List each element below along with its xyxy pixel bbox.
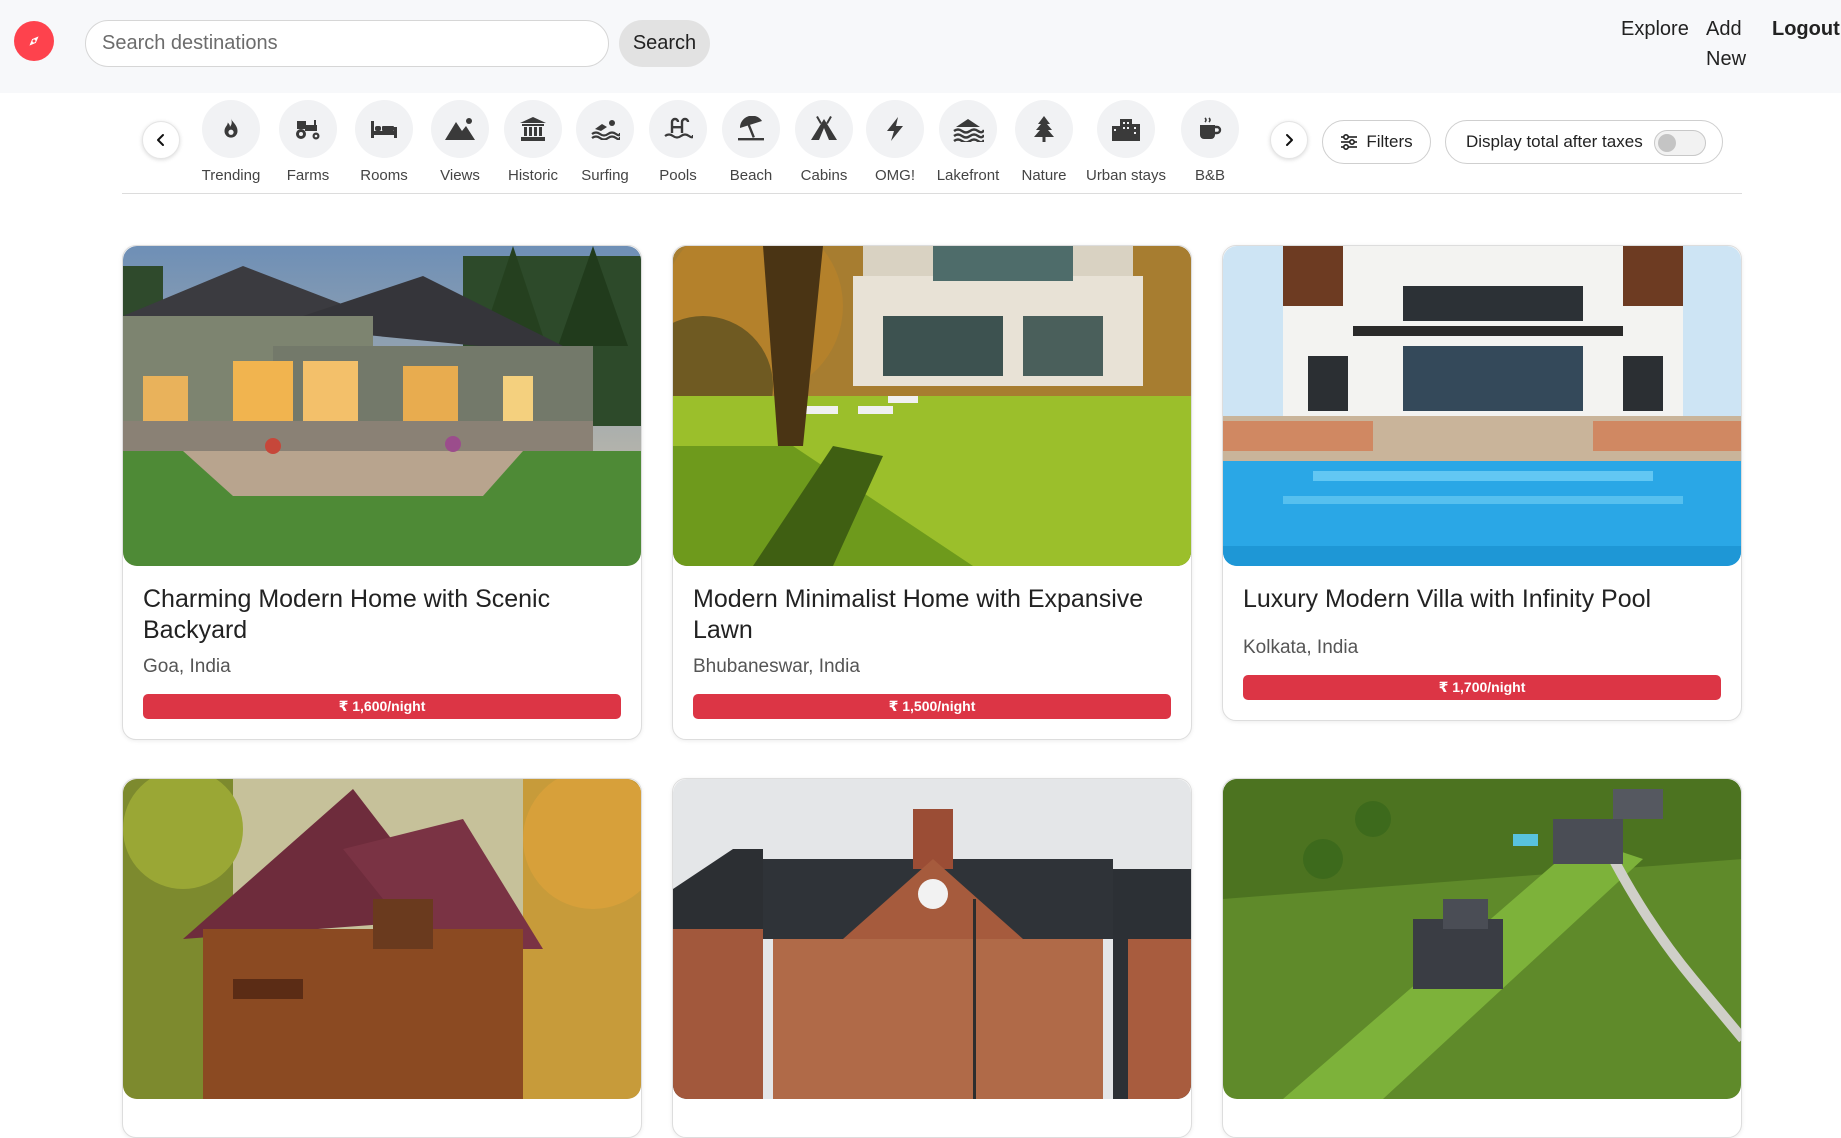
filter-bnb[interactable]: B&B bbox=[1172, 100, 1248, 184]
filter-cabins[interactable]: Cabins bbox=[786, 100, 862, 184]
umbrella-beach-icon bbox=[722, 100, 780, 158]
listing-card[interactable]: Luxury Modern Villa with Infinity Pool K… bbox=[1222, 245, 1742, 721]
nav-link-explore[interactable]: Explore bbox=[1621, 14, 1689, 44]
listing-image bbox=[123, 246, 641, 566]
listing-image bbox=[673, 779, 1191, 1099]
bolt-icon bbox=[866, 100, 924, 158]
listing-card[interactable] bbox=[1222, 778, 1742, 1138]
landmark-icon bbox=[504, 100, 562, 158]
filter-label: Cabins bbox=[800, 167, 848, 184]
city-icon bbox=[1097, 100, 1155, 158]
filter-urban-stays[interactable]: Urban stays bbox=[1085, 100, 1167, 184]
tax-toggle-label: Display total after taxes bbox=[1466, 132, 1643, 151]
listing-card[interactable] bbox=[672, 778, 1192, 1138]
filter-label: Lakefront bbox=[936, 167, 1000, 184]
navbar: Search Explore Add New Logout bbox=[0, 0, 1841, 93]
bed-icon bbox=[355, 100, 413, 158]
filter-label: Views bbox=[440, 167, 480, 184]
filter-omg[interactable]: OMG! bbox=[857, 100, 933, 184]
filter-label: Nature bbox=[1021, 167, 1067, 184]
mug-icon bbox=[1181, 100, 1239, 158]
tax-toggle-container: Display total after taxes bbox=[1445, 120, 1723, 164]
listing-image bbox=[123, 779, 641, 1099]
listing-card[interactable]: Charming Modern Home with Scenic Backyar… bbox=[122, 245, 642, 740]
sliders-icon bbox=[1341, 134, 1358, 150]
listing-location: Kolkata, India bbox=[1243, 637, 1359, 658]
filter-label: Trending bbox=[201, 167, 261, 184]
listing-price-badge: ₹ 1,500/night bbox=[693, 694, 1171, 719]
listing-image bbox=[1223, 779, 1741, 1099]
filter-pools[interactable]: Pools bbox=[640, 100, 716, 184]
scroll-right-button[interactable] bbox=[1270, 121, 1308, 159]
search-button[interactable]: Search bbox=[619, 20, 710, 67]
listing-image bbox=[673, 246, 1191, 566]
filter-label: B&B bbox=[1194, 167, 1225, 184]
search-input[interactable] bbox=[85, 20, 609, 67]
compass-logo-icon[interactable] bbox=[14, 21, 54, 61]
toggle-knob bbox=[1658, 134, 1676, 152]
pool-icon bbox=[649, 100, 707, 158]
tractor-icon bbox=[279, 100, 337, 158]
filter-label: Surfing bbox=[581, 167, 629, 184]
tax-toggle-switch[interactable] bbox=[1654, 130, 1706, 156]
swimmer-icon bbox=[576, 100, 634, 158]
water-icon bbox=[939, 100, 997, 158]
listing-price-badge: ₹ 1,600/night bbox=[143, 694, 621, 719]
nav-link-logout[interactable]: Logout bbox=[1772, 14, 1840, 44]
listing-title: Charming Modern Home with Scenic Backyar… bbox=[143, 585, 551, 644]
mountain-icon bbox=[431, 100, 489, 158]
chevron-right-icon bbox=[1286, 134, 1293, 146]
listing-card[interactable] bbox=[122, 778, 642, 1138]
filter-beach[interactable]: Beach bbox=[713, 100, 789, 184]
filter-trending[interactable]: Trending bbox=[193, 100, 269, 184]
filters-button-label: Filters bbox=[1366, 132, 1413, 151]
category-filter-bar: Trending Farms Rooms Views Historic Surf… bbox=[122, 93, 1742, 194]
tree-icon bbox=[1015, 100, 1073, 158]
filter-surfing[interactable]: Surfing bbox=[567, 100, 643, 184]
filter-nature[interactable]: Nature bbox=[1006, 100, 1082, 184]
filter-label: Farms bbox=[286, 167, 330, 184]
listing-location: Bhubaneswar, India bbox=[693, 656, 860, 677]
listing-image bbox=[1223, 246, 1741, 566]
scroll-left-button[interactable] bbox=[142, 121, 180, 159]
listing-card[interactable]: Modern Minimalist Home with Expansive La… bbox=[672, 245, 1192, 740]
filter-label: Beach bbox=[729, 167, 773, 184]
filter-label: Pools bbox=[659, 167, 697, 184]
filter-historic[interactable]: Historic bbox=[495, 100, 571, 184]
filter-label: Historic bbox=[507, 167, 558, 184]
filter-label: Urban stays bbox=[1085, 167, 1167, 184]
listing-location: Goa, India bbox=[143, 656, 231, 677]
filters-button[interactable]: Filters bbox=[1322, 120, 1431, 164]
filter-label: Rooms bbox=[360, 167, 408, 184]
fire-icon bbox=[202, 100, 260, 158]
listing-price-badge: ₹ 1,700/night bbox=[1243, 675, 1721, 700]
filter-rooms[interactable]: Rooms bbox=[346, 100, 422, 184]
filter-farms[interactable]: Farms bbox=[270, 100, 346, 184]
filter-lakefront[interactable]: Lakefront bbox=[930, 100, 1006, 184]
filter-label: OMG! bbox=[875, 167, 915, 184]
nav-link-add-new[interactable]: Add New bbox=[1706, 14, 1756, 74]
listing-title: Modern Minimalist Home with Expansive La… bbox=[693, 585, 1144, 644]
listing-title: Luxury Modern Villa with Infinity Pool bbox=[1243, 585, 1652, 613]
filter-views[interactable]: Views bbox=[422, 100, 498, 184]
chevron-left-icon bbox=[157, 134, 164, 146]
tent-icon bbox=[795, 100, 853, 158]
